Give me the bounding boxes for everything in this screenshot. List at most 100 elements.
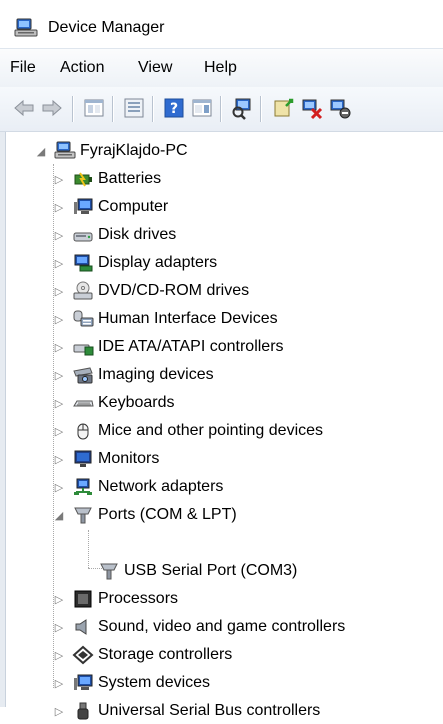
tree-item-label: Universal Serial Bus controllers [98,702,321,719]
camera-icon [72,365,94,385]
tree-root-label: FyrajKlajdo-PC [80,142,188,159]
help-icon[interactable]: ? [162,96,186,120]
expand-icon[interactable]: ▷ [52,676,66,690]
tree-item-label: Disk drives [98,226,177,243]
toolbar-separator [152,96,153,122]
tree-item-dvd-drives[interactable]: ▷ DVD/CD-ROM drives [52,278,249,304]
tree-item-label: Computer [98,198,169,215]
hid-icon [72,309,94,329]
tree-item-network-adapters[interactable]: ▷ Network adapters [52,474,223,500]
port-icon [72,505,94,525]
monitor-icon [72,449,94,469]
toolbar-separator [220,96,221,122]
expand-icon[interactable]: ▷ [52,312,66,326]
tree-item-label: DVD/CD-ROM drives [98,282,250,299]
expand-icon[interactable]: ▷ [52,340,66,354]
tree-item-ide-controllers[interactable]: ▷ IDE ATA/ATAPI controllers [52,334,284,360]
network-adapter-icon [72,477,94,497]
tree-item-label: Mice and other pointing devices [98,422,324,439]
tree-item-label: Network adapters [98,478,224,495]
expand-icon[interactable]: ▷ [52,396,66,410]
tree-item-label: Imaging devices [98,366,214,383]
tree-item-display-adapters[interactable]: ▷ Display adapters [52,250,217,276]
battery-icon [72,169,94,189]
expand-icon[interactable]: ▷ [52,228,66,242]
disable-icon[interactable] [328,96,352,120]
processor-icon [72,589,94,609]
show-hide-console-tree-icon[interactable] [122,96,146,120]
tree-item-processors[interactable]: ▷ Processors [52,586,178,612]
tree-item-storage-controllers[interactable]: ▷ Storage controllers [52,642,232,668]
update-driver-icon[interactable] [272,96,296,120]
port-icon [98,561,120,581]
expand-icon[interactable]: ▷ [52,256,66,270]
dvd-drive-icon [72,281,94,301]
tree-item-label: Human Interface Devices [98,310,278,327]
menu-view[interactable]: View [138,59,172,77]
expand-icon[interactable]: ▷ [52,648,66,662]
collapse-icon[interactable]: ◢ [52,508,66,522]
uninstall-icon[interactable] [300,96,324,120]
scan-hardware-icon[interactable] [230,96,254,120]
computer-monitor-icon [72,197,94,217]
toolbar-separator [72,96,73,122]
title-bar: Device Manager [0,0,443,48]
tree-item-human-interface-devices[interactable]: ▷ Human Interface Devices [52,306,278,332]
display-adapter-icon [72,253,94,273]
tree-item-ports[interactable]: ◢ Ports (COM & LPT) [52,502,237,528]
expand-icon[interactable]: ▷ [52,704,66,718]
expand-icon[interactable]: ▷ [52,424,66,438]
tree-root[interactable]: ◢ FyrajKlajdo-PC [34,138,188,164]
mouse-icon [72,421,94,441]
tree-item-label: Display adapters [98,254,218,271]
tree-item-label: Storage controllers [98,646,233,663]
tree-item-usb-serial-port[interactable]: USB Serial Port (COM3) [92,558,297,584]
computer-icon [54,141,76,161]
tree-item-batteries[interactable]: ▷ Batteries [52,166,161,192]
tree-item-keyboards[interactable]: ▷ Keyboards [52,390,175,416]
tree-item-usb-controllers[interactable]: ▷ Universal Serial Bus controllers [52,698,320,724]
disk-drive-icon [72,225,94,245]
tree-item-label: Keyboards [98,394,175,411]
tree-item-mice[interactable]: ▷ Mice and other pointing devices [52,418,323,444]
tree-item-sound-video-game[interactable]: ▷ Sound, video and game controllers [52,614,346,640]
tree-connector [88,530,89,568]
ide-controller-icon [72,337,94,357]
toolbar-separator [260,96,261,122]
tree-item-imaging-devices[interactable]: ▷ Imaging devices [52,362,214,388]
expand-icon[interactable]: ▷ [52,368,66,382]
expand-icon[interactable]: ▷ [52,200,66,214]
system-devices-icon [72,673,94,693]
pane-edge [0,132,6,707]
toolbar-separator [112,96,113,122]
forward-icon[interactable] [40,96,64,120]
tree-item-label: System devices [98,674,211,691]
storage-controller-icon [72,645,94,665]
menu-bar: File Action View Help [0,48,443,88]
action-pane-icon[interactable] [190,96,214,120]
tree-item-computer[interactable]: ▷ Computer [52,194,168,220]
speaker-icon [72,617,94,637]
tree-item-label: Sound, video and game controllers [98,618,346,635]
tree-item-monitors[interactable]: ▷ Monitors [52,446,159,472]
menu-action[interactable]: Action [60,59,104,77]
tree-item-label: USB Serial Port (COM3) [124,562,298,579]
keyboard-icon [72,393,94,413]
expand-icon[interactable]: ▷ [52,284,66,298]
menu-file[interactable]: File [10,59,36,77]
expand-icon[interactable]: ▷ [52,452,66,466]
tree-item-disk-drives[interactable]: ▷ Disk drives [52,222,176,248]
tree-item-system-devices[interactable]: ▷ System devices [52,670,210,696]
properties-icon[interactable] [82,96,106,120]
toolbar: ? [0,87,443,132]
collapse-icon[interactable]: ◢ [34,144,48,158]
expand-icon[interactable]: ▷ [52,172,66,186]
expand-icon[interactable]: ▷ [52,592,66,606]
tree-item-label: Processors [98,590,179,607]
back-icon[interactable] [12,96,36,120]
menu-help[interactable]: Help [204,59,237,77]
expand-icon[interactable]: ▷ [52,480,66,494]
expand-icon[interactable]: ▷ [52,620,66,634]
tree-item-label: Batteries [98,170,162,187]
device-manager-icon [14,18,38,38]
